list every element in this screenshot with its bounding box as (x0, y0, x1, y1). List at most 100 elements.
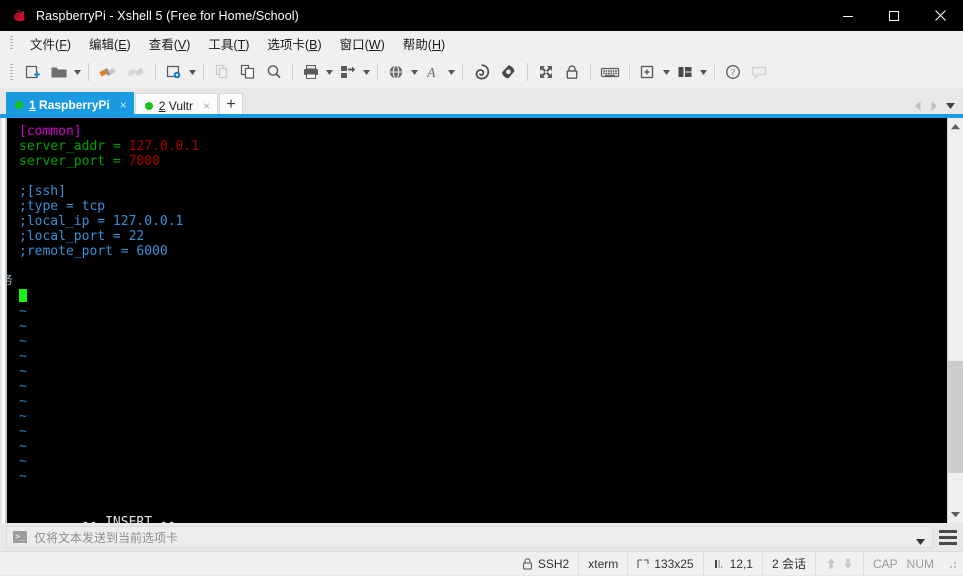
terminal-text-span: ;[ssh] (19, 184, 66, 199)
connect-icon[interactable] (94, 59, 122, 85)
xshell-icon[interactable] (468, 59, 495, 85)
chat-icon (746, 59, 772, 85)
globe-icon[interactable] (383, 59, 409, 85)
session-properties-icon[interactable] (161, 59, 187, 85)
terminal-line: server_port = 7000 (19, 154, 947, 169)
layout-dropdown-icon[interactable] (698, 59, 709, 85)
disconnect-icon[interactable] (122, 59, 150, 85)
menu-window[interactable]: 窗口(W) (331, 31, 394, 56)
terminal-text-span: ~ (19, 394, 27, 409)
terminal-line: ~ (19, 334, 947, 349)
scrollbar-thumb[interactable] (948, 361, 963, 472)
toolbar-separator-2 (155, 63, 156, 81)
scrollbar-track[interactable] (948, 135, 963, 506)
help-icon[interactable]: ? (720, 59, 746, 85)
terminal-text-span: ;local_port = 22 (19, 229, 144, 244)
terminal-text-span: ~ (19, 439, 27, 454)
tab-raspberrypi-close-icon[interactable]: × (120, 99, 127, 111)
chevron-down-icon[interactable] (916, 534, 925, 548)
toolbar-separator-3 (203, 63, 204, 81)
status-cursor[interactable]: 12,1 (703, 552, 762, 576)
toolbar-separator-4 (292, 63, 293, 81)
resize-icon (637, 558, 649, 570)
terminal-text-span: ~ (19, 409, 27, 424)
title-bar: RaspberryPi - Xshell 5 (Free for Home/Sc… (0, 0, 963, 31)
send-input-wrapper[interactable]: >_ 仅将文本发送到当前选项卡 (6, 526, 933, 548)
terminal-left-edge (0, 118, 7, 523)
menu-view-accel: V (178, 38, 186, 52)
menu-view[interactable]: 查看(V) (140, 31, 200, 56)
status-size[interactable]: 133x25 (627, 552, 702, 576)
find-icon[interactable] (261, 59, 287, 85)
toolbar-separator-1 (88, 63, 89, 81)
terminal-text-span: 7000 (129, 154, 160, 169)
menu-edit[interactable]: 编辑(E) (80, 31, 140, 56)
status-sessions[interactable]: 2 会话 (762, 552, 815, 576)
menu-help[interactable]: 帮助(H) (394, 31, 454, 56)
svg-text:?: ? (731, 68, 735, 78)
new-session-icon[interactable] (20, 59, 46, 85)
file-transfer-dropdown-icon[interactable] (361, 59, 372, 85)
terminal-line: ~ (19, 379, 947, 394)
layout-icon[interactable] (672, 59, 698, 85)
font-icon[interactable]: A (420, 59, 446, 85)
tab-vultr-close-icon[interactable]: × (203, 100, 210, 112)
tab-raspberrypi-label: 1 RaspberryPi (29, 98, 110, 112)
add-pane-icon[interactable] (635, 59, 661, 85)
session-properties-dropdown-icon[interactable] (187, 59, 198, 85)
menu-tab[interactable]: 选项卡(B) (258, 31, 330, 56)
minimize-button[interactable] (825, 0, 871, 31)
terminal-line: server_addr = 127.0.0.1 (19, 139, 947, 154)
tab-bar: 1 RaspberryPi × 2 Vultr × + (0, 88, 963, 118)
terminal-line (19, 274, 947, 289)
toolbar-drag-grip[interactable] (10, 64, 13, 81)
font-dropdown-icon[interactable] (446, 59, 457, 85)
terminal-scrollbar[interactable] (947, 118, 963, 523)
menu-drag-grip[interactable] (10, 36, 13, 51)
menu-file[interactable]: 文件(F) (21, 31, 80, 56)
terminal-text-span: ~ (19, 469, 27, 484)
menu-tools[interactable]: 工具(T) (199, 31, 258, 56)
globe-dropdown-icon[interactable] (409, 59, 420, 85)
terminal-screen[interactable]: 务 [common]server_addr = 127.0.0.1server_… (7, 118, 947, 523)
status-protocol[interactable]: SSH2 (513, 552, 578, 576)
lock-icon[interactable] (559, 59, 585, 85)
terminal-text-span: ~ (19, 454, 27, 469)
print-dropdown-icon[interactable] (324, 59, 335, 85)
terminal-line: ~ (19, 469, 947, 484)
menu-edit-accel: E (118, 38, 126, 52)
hamburger-bar (939, 536, 957, 539)
toolbar-separator-7 (527, 63, 528, 81)
resize-grip[interactable] (947, 559, 957, 569)
add-pane-dropdown-icon[interactable] (661, 59, 672, 85)
menu-tools-label: 工具 (208, 38, 233, 52)
file-transfer-icon[interactable] (335, 59, 361, 85)
hamburger-menu-icon[interactable] (939, 526, 959, 548)
status-sessions-label: 2 会话 (772, 555, 806, 572)
menu-file-accel: F (59, 38, 67, 52)
open-folder-dropdown-icon[interactable] (72, 59, 83, 85)
status-caps: CAP (863, 552, 907, 576)
open-folder-icon[interactable] (46, 59, 72, 85)
terminal-text-span: ;type = tcp (19, 199, 105, 214)
terminal-line: ~ (19, 349, 947, 364)
paste-icon[interactable] (235, 59, 261, 85)
print-icon[interactable] (298, 59, 324, 85)
fullscreen-icon[interactable] (533, 59, 559, 85)
maximize-button[interactable] (871, 0, 917, 31)
terminal-line: ~ (19, 424, 947, 439)
xftp-icon[interactable] (495, 59, 522, 85)
hamburger-bar (939, 542, 957, 545)
status-terminal-type[interactable]: xterm (578, 552, 627, 576)
toolbar-separator-9 (629, 63, 630, 81)
menu-tab-accel: B (309, 38, 317, 52)
menu-help-label: 帮助 (403, 38, 428, 52)
terminal-line: [common] (19, 124, 947, 139)
menu-tab-label: 选项卡 (267, 38, 305, 52)
close-button[interactable] (917, 0, 963, 31)
scroll-up-icon[interactable] (948, 118, 963, 135)
keyboard-icon[interactable] (596, 59, 624, 85)
scroll-down-icon[interactable] (948, 506, 963, 523)
terminal-text-span: ~ (19, 304, 27, 319)
tab-raspberrypi-num: 1 (29, 98, 36, 112)
